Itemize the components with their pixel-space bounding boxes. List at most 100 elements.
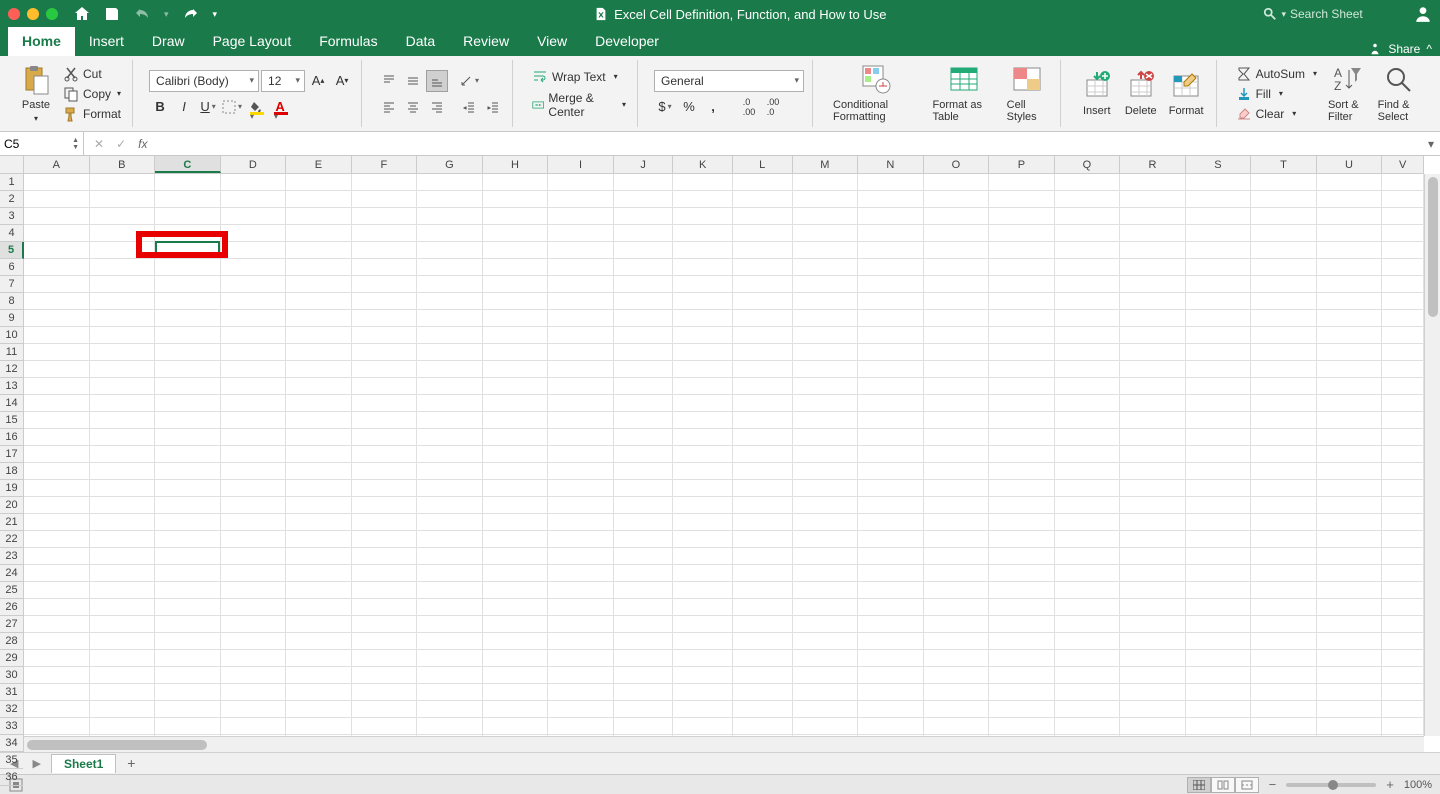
cell-B12[interactable] [90,361,156,378]
cell-E17[interactable] [286,446,352,463]
cell-H33[interactable] [483,718,549,735]
cell-A23[interactable] [24,548,90,565]
cell-J9[interactable] [614,310,674,327]
cell-I26[interactable] [548,599,614,616]
cell-E11[interactable] [286,344,352,361]
column-header-R[interactable]: R [1120,156,1186,173]
cell-S14[interactable] [1186,395,1252,412]
cell-T19[interactable] [1251,480,1317,497]
cell-D24[interactable] [221,565,287,582]
cell-D9[interactable] [221,310,287,327]
cell-L19[interactable] [733,480,793,497]
cell-C4[interactable] [155,225,221,242]
cell-D1[interactable] [221,174,287,191]
format-painter-button[interactable]: Format [60,105,124,123]
cell-O12[interactable] [924,361,990,378]
cell-V6[interactable] [1382,259,1424,276]
cell-C16[interactable] [155,429,221,446]
row-header-23[interactable]: 23 [0,548,23,565]
cell-A15[interactable] [24,412,90,429]
row-header-28[interactable]: 28 [0,633,23,650]
cell-R5[interactable] [1120,242,1186,259]
cell-T9[interactable] [1251,310,1317,327]
cell-V12[interactable] [1382,361,1424,378]
name-box-input[interactable] [4,137,64,151]
cell-D14[interactable] [221,395,287,412]
cell-J10[interactable] [614,327,674,344]
cell-J21[interactable] [614,514,674,531]
cell-O21[interactable] [924,514,990,531]
row-header-4[interactable]: 4 [0,225,23,242]
cell-F25[interactable] [352,582,418,599]
cell-D13[interactable] [221,378,287,395]
search-input[interactable] [1290,7,1400,21]
cell-Q16[interactable] [1055,429,1121,446]
cell-C31[interactable] [155,684,221,701]
cell-A18[interactable] [24,463,90,480]
cell-L15[interactable] [733,412,793,429]
page-break-view-button[interactable] [1235,777,1259,793]
cell-G26[interactable] [417,599,483,616]
row-header-20[interactable]: 20 [0,497,23,514]
conditional-formatting-button[interactable]: Conditional Formatting [829,62,924,125]
cell-A2[interactable] [24,191,90,208]
cell-J3[interactable] [614,208,674,225]
cell-L26[interactable] [733,599,793,616]
cell-H13[interactable] [483,378,549,395]
cell-C12[interactable] [155,361,221,378]
name-box[interactable]: ▲▼ [0,132,84,155]
cell-L8[interactable] [733,293,793,310]
cell-Q14[interactable] [1055,395,1121,412]
cell-M10[interactable] [793,327,859,344]
cell-K6[interactable] [673,259,733,276]
cell-P24[interactable] [989,565,1055,582]
cell-P29[interactable] [989,650,1055,667]
cell-U15[interactable] [1317,412,1383,429]
cell-T4[interactable] [1251,225,1317,242]
fill-color-button[interactable] [245,96,267,118]
cell-P31[interactable] [989,684,1055,701]
cell-G10[interactable] [417,327,483,344]
cell-B27[interactable] [90,616,156,633]
cell-J24[interactable] [614,565,674,582]
cell-B29[interactable] [90,650,156,667]
cell-O18[interactable] [924,463,990,480]
cell-V13[interactable] [1382,378,1424,395]
cell-I12[interactable] [548,361,614,378]
cell-J14[interactable] [614,395,674,412]
cell-C26[interactable] [155,599,221,616]
cell-F22[interactable] [352,531,418,548]
cell-G16[interactable] [417,429,483,446]
cell-R23[interactable] [1120,548,1186,565]
cell-M3[interactable] [793,208,859,225]
cell-V25[interactable] [1382,582,1424,599]
row-header-35[interactable]: 35 [0,752,23,769]
cell-V9[interactable] [1382,310,1424,327]
cell-C33[interactable] [155,718,221,735]
cell-R20[interactable] [1120,497,1186,514]
row-header-36[interactable]: 36 [0,769,23,786]
tab-insert[interactable]: Insert [75,27,138,56]
cell-G12[interactable] [417,361,483,378]
vertical-scroll-thumb[interactable] [1428,177,1438,317]
cell-D10[interactable] [221,327,287,344]
cell-E14[interactable] [286,395,352,412]
cell-V11[interactable] [1382,344,1424,361]
cell-H31[interactable] [483,684,549,701]
cell-J16[interactable] [614,429,674,446]
cell-T25[interactable] [1251,582,1317,599]
cell-O6[interactable] [924,259,990,276]
cell-O4[interactable] [924,225,990,242]
cell-R2[interactable] [1120,191,1186,208]
cell-F1[interactable] [352,174,418,191]
cell-I23[interactable] [548,548,614,565]
cell-C30[interactable] [155,667,221,684]
cell-D4[interactable] [221,225,287,242]
maximize-window-button[interactable] [46,8,58,20]
cell-I11[interactable] [548,344,614,361]
cell-L16[interactable] [733,429,793,446]
cell-H19[interactable] [483,480,549,497]
cell-K1[interactable] [673,174,733,191]
cell-T18[interactable] [1251,463,1317,480]
cell-R7[interactable] [1120,276,1186,293]
